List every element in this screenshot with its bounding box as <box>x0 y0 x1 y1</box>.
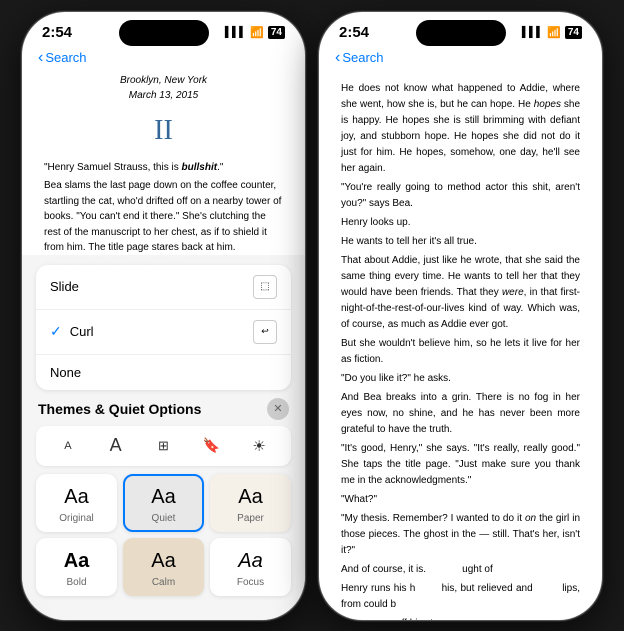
slide-option-slide[interactable]: Slide ⬚ <box>36 265 291 310</box>
themes-title: Themes & Quiet Options <box>38 401 201 417</box>
dynamic-island-left <box>119 20 209 46</box>
format-button[interactable]: ⊞ <box>147 432 179 460</box>
right-para-9: "It's good, Henry," she says. "It's real… <box>341 441 580 489</box>
slide-options: Slide ⬚ ✓ Curl ↩ None <box>36 265 291 390</box>
battery-left: 74 <box>268 26 285 39</box>
right-para-12: And of course, it is. ught of <box>341 562 580 578</box>
back-arrow-right: ‹ <box>335 49 340 67</box>
theme-calm-label: Calm <box>152 577 175 588</box>
theme-focus[interactable]: Aa Focus <box>210 538 291 596</box>
slide-option-slide-left: Slide <box>50 279 79 294</box>
theme-paper-label: Paper <box>237 513 264 524</box>
theme-quiet[interactable]: Aa Quiet <box>123 474 204 532</box>
theme-paper[interactable]: Aa Paper <box>210 474 291 532</box>
nav-back-label-left: Search <box>45 50 86 65</box>
right-para-4: He wants to tell her it's all true. <box>341 234 580 250</box>
nav-bar-right[interactable]: ‹ Search <box>319 45 602 73</box>
theme-focus-aa: Aa <box>238 550 262 573</box>
large-a-button[interactable]: A <box>100 432 132 460</box>
theme-grid: Aa Original Aa Quiet Aa Paper Aa Bold Aa <box>36 474 291 596</box>
theme-bold-label: Bold <box>66 577 86 588</box>
theme-calm-aa: Aa <box>151 550 175 573</box>
curl-checkmark: ✓ <box>50 323 62 340</box>
wifi-icon-right: 📶 <box>547 26 561 39</box>
right-para-11: "My thesis. Remember? I wanted to do it … <box>341 511 580 559</box>
right-para-8: And Bea breaks into a grin. There is no … <box>341 390 580 438</box>
signal-icon-left: ▌▌▌ <box>225 27 246 38</box>
signal-icon-right: ▌▌▌ <box>522 27 543 38</box>
status-icons-left: ▌▌▌ 📶 74 <box>225 26 285 39</box>
phones-container: 2:54 ▌▌▌ 📶 74 ‹ Search Brooklyn, New Yor… <box>21 11 603 621</box>
chapter-number: II <box>44 109 283 152</box>
book-para-2: Bea slams the last page down on the coff… <box>44 178 283 256</box>
right-para-5: That about Addie, just like he wrote, th… <box>341 253 580 333</box>
right-para-2: "You're really going to method actor thi… <box>341 180 580 212</box>
battery-right: 74 <box>565 26 582 39</box>
dynamic-island-right <box>416 20 506 46</box>
book-location: Brooklyn, New York <box>44 73 283 88</box>
curl-label: Curl <box>70 324 94 339</box>
theme-focus-label: Focus <box>237 577 264 588</box>
brightness-button[interactable]: ☀ <box>243 432 275 460</box>
slide-option-curl-left: ✓ Curl <box>50 323 94 340</box>
status-icons-right: ▌▌▌ 📶 74 <box>522 26 582 39</box>
slide-label: Slide <box>50 279 79 294</box>
book-date: March 13, 2015 <box>44 88 283 103</box>
none-label: None <box>50 365 81 380</box>
right-para-10: "What?" <box>341 492 580 508</box>
theme-original-label: Original <box>59 513 93 524</box>
theme-quiet-label: Quiet <box>152 513 176 524</box>
slide-option-none[interactable]: None <box>36 355 291 390</box>
nav-back-label-right: Search <box>342 50 383 65</box>
slide-option-none-left: None <box>50 365 81 380</box>
right-para-1: He does not know what happened to Addie,… <box>341 81 580 177</box>
nav-bar-left[interactable]: ‹ Search <box>22 45 305 73</box>
slide-option-curl[interactable]: ✓ Curl ↩ <box>36 310 291 355</box>
right-para-14: pay off his stu- icate a little while ng… <box>341 616 580 621</box>
theme-bold-aa: Aa <box>64 550 90 573</box>
right-para-13: Henry runs his h his, but relieved and l… <box>341 581 580 613</box>
theme-calm[interactable]: Aa Calm <box>123 538 204 596</box>
right-phone: 2:54 ▌▌▌ 📶 74 ‹ Search He does not know … <box>318 11 603 621</box>
back-arrow-left: ‹ <box>38 49 43 67</box>
right-para-7: "Do you like it?" he asks. <box>341 371 580 387</box>
small-a-button[interactable]: A <box>52 432 84 460</box>
theme-paper-aa: Aa <box>238 486 262 509</box>
book-para-1: "Henry Samuel Strauss, this is bullshit.… <box>44 160 283 176</box>
book-header: Brooklyn, New York March 13, 2015 <box>44 73 283 103</box>
theme-original[interactable]: Aa Original <box>36 474 117 532</box>
theme-bold[interactable]: Aa Bold <box>36 538 117 596</box>
theme-quiet-aa: Aa <box>151 486 175 509</box>
status-time-left: 2:54 <box>42 24 72 41</box>
close-button[interactable]: ✕ <box>267 398 289 420</box>
theme-original-aa: Aa <box>64 486 88 509</box>
slide-icon: ⬚ <box>253 275 277 299</box>
wifi-icon-left: 📶 <box>250 26 264 39</box>
bookmark-button[interactable]: 🔖 <box>195 432 227 460</box>
reading-content-right: He does not know what happened to Addie,… <box>319 73 602 621</box>
right-para-6: But she wouldn't believe him, so he lets… <box>341 336 580 368</box>
left-phone: 2:54 ▌▌▌ 📶 74 ‹ Search Brooklyn, New Yor… <box>21 11 306 621</box>
toolbar-row: A A ⊞ 🔖 ☀ <box>36 426 291 466</box>
right-para-3: Henry looks up. <box>341 215 580 231</box>
themes-header: Themes & Quiet Options ✕ <box>36 398 291 420</box>
status-time-right: 2:54 <box>339 24 369 41</box>
curl-icon: ↩ <box>253 320 277 344</box>
bottom-panel: Slide ⬚ ✓ Curl ↩ None <box>22 255 305 620</box>
